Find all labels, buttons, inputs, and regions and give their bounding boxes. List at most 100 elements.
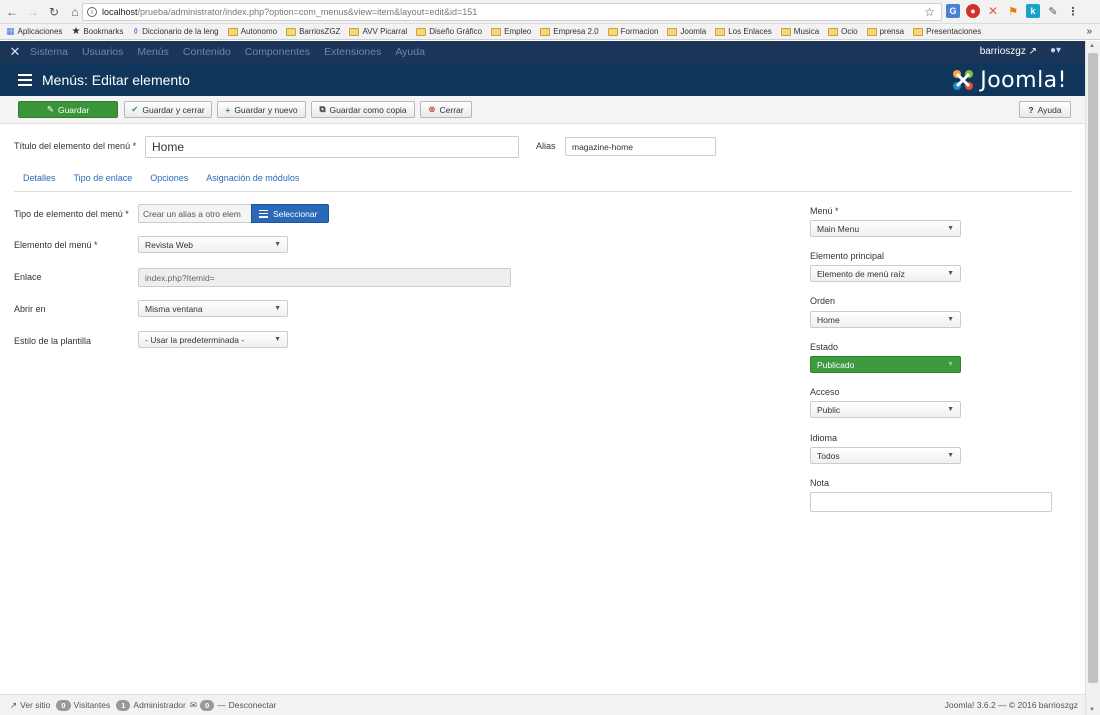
open-in-select[interactable]: Misma ventana ▼ bbox=[138, 300, 288, 317]
info-icon[interactable]: i bbox=[87, 7, 97, 17]
bookmark-folder[interactable]: Empresa 2.0 bbox=[540, 27, 599, 36]
visitors-count-badge: 0 bbox=[56, 699, 71, 711]
tab-tipo-enlace[interactable]: Tipo de enlace bbox=[65, 168, 142, 191]
url-host: localhost bbox=[102, 7, 138, 17]
page-scrollbar[interactable]: ▲ ▼ bbox=[1085, 41, 1100, 715]
bookmark-folder[interactable]: AVV Picarral bbox=[349, 27, 407, 36]
joomla-emblem-icon bbox=[953, 70, 974, 90]
logout-link[interactable]: Desconectar bbox=[229, 700, 277, 710]
tab-opciones[interactable]: Opciones bbox=[141, 168, 197, 191]
folder-icon bbox=[416, 27, 427, 36]
folder-icon bbox=[491, 27, 502, 36]
extension-eyedropper-icon[interactable]: ✎ bbox=[1046, 4, 1060, 18]
list-icon bbox=[259, 209, 268, 218]
admin-label[interactable]: Administrador bbox=[133, 700, 185, 710]
messages-count-badge[interactable]: 0 bbox=[199, 699, 215, 711]
folder-icon bbox=[667, 27, 678, 36]
save-close-button[interactable]: ✔ Guardar y cerrar bbox=[124, 101, 212, 118]
bookmarks-more-button[interactable]: » bbox=[1086, 26, 1092, 37]
folder-icon bbox=[866, 27, 877, 36]
bookmark-folder[interactable]: Autonomo bbox=[227, 27, 277, 36]
joomla-logo: Joomla! bbox=[950, 67, 1067, 93]
open-in-label: Abrir en bbox=[14, 304, 46, 314]
title-input[interactable]: Home bbox=[145, 136, 519, 158]
tab-asignacion-modulos[interactable]: Asignación de módulos bbox=[197, 168, 308, 191]
alias-label: Alias bbox=[536, 141, 556, 151]
note-input[interactable] bbox=[810, 492, 1052, 512]
address-bar[interactable]: i localhost/prueba/administrator/index.p… bbox=[82, 3, 942, 21]
access-select[interactable]: Public ▼ bbox=[810, 401, 961, 418]
menu-extensiones[interactable]: Extensiones bbox=[324, 46, 381, 58]
bookmark-folder[interactable]: Formacion bbox=[607, 27, 658, 36]
site-name-link[interactable]: barrioszgz ↗ bbox=[980, 46, 1037, 57]
bookmark-folder[interactable]: Musica bbox=[780, 27, 819, 36]
joomla-logo-icon[interactable]: ✕ bbox=[0, 44, 30, 60]
save-new-button[interactable]: + Guardar y nuevo bbox=[217, 101, 306, 118]
close-button[interactable]: ⊗ Cerrar bbox=[420, 101, 472, 118]
menu-componentes[interactable]: Componentes bbox=[245, 46, 310, 58]
page-header: Menús: Editar elemento Joomla! bbox=[0, 63, 1085, 96]
menu-menus[interactable]: Menús bbox=[137, 46, 169, 58]
menu-list-icon bbox=[18, 73, 32, 86]
folder-icon bbox=[828, 27, 839, 36]
menu-item-select[interactable]: Revista Web ▼ bbox=[138, 236, 288, 253]
bookmarks-bar: ▦ Aplicaciones ★ Bookmarks ⚱ Diccionario de… bbox=[0, 24, 1100, 40]
bookmark-diccionario[interactable]: ⚱ Diccionario de la leng bbox=[132, 27, 218, 36]
bookmark-apps[interactable]: ▦ Aplicaciones bbox=[6, 26, 62, 37]
bookmark-folder[interactable]: Diseño Gráfico bbox=[416, 27, 482, 36]
browser-menu-icon[interactable]: ⋮ bbox=[1066, 4, 1080, 18]
folder-icon bbox=[913, 27, 924, 36]
extension-k-icon[interactable]: k bbox=[1026, 4, 1040, 18]
bookmark-folder[interactable]: BarriosZGZ bbox=[286, 27, 340, 36]
envelope-icon: ✉ bbox=[189, 699, 197, 710]
extension-translate-icon[interactable]: G bbox=[946, 4, 960, 18]
menu-sistema[interactable]: Sistema bbox=[30, 46, 68, 58]
bookmark-folder[interactable]: Empleo bbox=[491, 27, 531, 36]
select-type-button[interactable]: Seleccionar bbox=[251, 204, 329, 223]
chevron-down-icon: ▼ bbox=[274, 336, 281, 343]
bookmark-folder[interactable]: Joomla bbox=[667, 27, 706, 36]
user-icon[interactable]: ●▾ bbox=[1050, 45, 1061, 56]
status-select[interactable]: Publicado ▼ bbox=[810, 356, 961, 373]
bookmark-folder[interactable]: Presentaciones bbox=[913, 27, 981, 36]
menu-contenido[interactable]: Contenido bbox=[183, 46, 231, 58]
extension-flag-icon[interactable]: ⚑ bbox=[1006, 4, 1020, 18]
minus-icon: — bbox=[217, 700, 226, 710]
chevron-down-icon: ▼ bbox=[947, 225, 954, 232]
save-button[interactable]: ✎ Guardar bbox=[18, 101, 118, 118]
bookmark-folder[interactable]: Los Enlaces bbox=[715, 27, 772, 36]
order-select[interactable]: Home ▼ bbox=[810, 311, 961, 328]
language-select[interactable]: Todos ▼ bbox=[810, 447, 961, 464]
view-site-link[interactable]: Ver sitio bbox=[20, 700, 50, 710]
action-toolbar: ✎ Guardar ✔ Guardar y cerrar + Guardar y nu… bbox=[0, 96, 1085, 124]
tab-detalles[interactable]: Detalles bbox=[14, 168, 65, 191]
extension-joomla-icon[interactable]: ✕ bbox=[986, 4, 1000, 18]
visitors-label[interactable]: Visitantes bbox=[74, 700, 111, 710]
parent-item-select[interactable]: Elemento de menú raíz ▼ bbox=[810, 265, 961, 282]
help-button[interactable]: ? Ayuda bbox=[1019, 101, 1071, 118]
bookmark-bookmarks[interactable]: ★ Bookmarks bbox=[71, 26, 123, 37]
page-title: Menús: Editar elemento bbox=[42, 71, 190, 88]
scroll-down-icon[interactable]: ▼ bbox=[1089, 707, 1095, 713]
forward-icon[interactable]: → bbox=[24, 3, 42, 21]
back-icon[interactable]: ← bbox=[3, 3, 21, 21]
admin-top-menu: ✕ Sistema Usuarios Menús Contenido Compo… bbox=[0, 41, 1085, 63]
bookmark-folder[interactable]: Ocio bbox=[828, 27, 858, 36]
bookmark-folder[interactable]: prensa bbox=[866, 27, 904, 36]
url-path: /prueba/administrator/index.php?option=c… bbox=[137, 7, 478, 17]
menu-usuarios[interactable]: Usuarios bbox=[82, 46, 123, 58]
chevron-down-icon: ▼ bbox=[274, 305, 281, 312]
reload-icon[interactable]: ↻ bbox=[45, 3, 63, 21]
bookmark-star-icon[interactable]: ☆ bbox=[924, 5, 935, 19]
scrollbar-thumb[interactable] bbox=[1088, 53, 1098, 683]
menu-ayuda[interactable]: Ayuda bbox=[395, 46, 425, 58]
access-label: Acceso bbox=[810, 387, 840, 397]
menu-item-label: Elemento del menú * bbox=[14, 240, 98, 250]
chevron-down-icon: ▼ bbox=[274, 241, 281, 248]
template-style-select[interactable]: - Usar la predeterminada - ▼ bbox=[138, 331, 288, 348]
scroll-up-icon[interactable]: ▲ bbox=[1089, 43, 1095, 49]
alias-input[interactable]: magazine-home bbox=[565, 137, 716, 156]
save-copy-button[interactable]: ⧉ Guardar como copia bbox=[311, 101, 415, 118]
extension-stop-icon[interactable]: ● bbox=[966, 4, 980, 18]
menu-select[interactable]: Main Menu ▼ bbox=[810, 220, 961, 237]
